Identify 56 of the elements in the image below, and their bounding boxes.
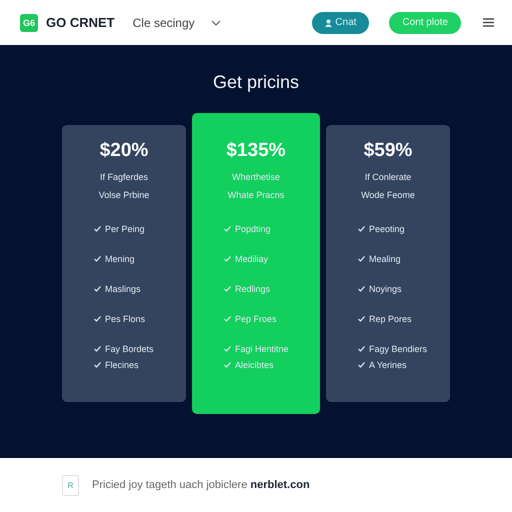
feature-item: Peeoting bbox=[369, 224, 405, 234]
check-icon bbox=[94, 226, 101, 232]
plan-note: Volse Prbine bbox=[98, 190, 150, 200]
check-icon bbox=[224, 256, 231, 262]
footer-badge: R bbox=[62, 474, 79, 496]
plan-price: $59% bbox=[364, 140, 412, 162]
logo-icon: G6 bbox=[20, 14, 38, 32]
plan-note: Whate Pracns bbox=[228, 190, 284, 200]
page-title: Get pricins bbox=[212, 72, 300, 93]
check-icon bbox=[358, 316, 365, 322]
feature-item: Noyings bbox=[369, 284, 402, 294]
nav-dropdown[interactable]: Cle secingy bbox=[132, 16, 221, 30]
feature-item: Per Peing bbox=[105, 224, 145, 234]
feature-item: A Yerines bbox=[369, 360, 407, 370]
check-icon bbox=[224, 286, 231, 292]
check-icon bbox=[224, 362, 231, 368]
plan-subtitle: If Fagferdes bbox=[100, 172, 148, 182]
feature-item: Rep Pores bbox=[369, 314, 412, 324]
feature-item: Mening bbox=[105, 254, 135, 264]
check-icon bbox=[224, 316, 231, 322]
check-icon bbox=[358, 286, 365, 292]
check-icon bbox=[358, 362, 365, 368]
feature-item: Flecines bbox=[105, 360, 139, 370]
feature-item: Pep Froes bbox=[235, 314, 277, 324]
feature-item: Redlings bbox=[235, 284, 270, 294]
check-icon bbox=[94, 316, 101, 322]
check-icon bbox=[224, 346, 231, 352]
feature-item: Aleicibtes bbox=[235, 360, 274, 370]
feature-item: Mediliay bbox=[235, 254, 268, 264]
feature-item: Popdting bbox=[235, 224, 271, 234]
feature-item: Maslings bbox=[105, 284, 141, 294]
feature-item: Mealing bbox=[369, 254, 401, 264]
primary-button[interactable]: Cont plote bbox=[389, 12, 461, 34]
check-icon bbox=[358, 226, 365, 232]
check-icon bbox=[358, 256, 365, 262]
chevron-down-icon bbox=[210, 20, 221, 26]
person-icon bbox=[325, 18, 332, 26]
feature-item: Fay Bordets bbox=[105, 344, 154, 354]
feature-item: Pes Flons bbox=[105, 314, 146, 324]
feature-item: Fagy Bendiers bbox=[369, 344, 428, 354]
plan-subtitle: If Conlerate bbox=[364, 172, 412, 182]
check-icon bbox=[94, 256, 101, 262]
plan-subtitle: Wherthetise bbox=[232, 172, 280, 182]
plan-note: Wode Feome bbox=[361, 190, 415, 200]
footer-text: Pricied joy tageth uach jobiclere nerblet.con bbox=[92, 479, 310, 491]
check-icon bbox=[94, 362, 101, 368]
check-icon bbox=[94, 286, 101, 292]
check-icon bbox=[94, 346, 101, 352]
check-icon bbox=[224, 226, 231, 232]
brand-name: GO CRNET bbox=[46, 15, 115, 30]
plan-price: $135% bbox=[226, 140, 286, 162]
plan-price: $20% bbox=[100, 140, 148, 162]
feature-item: Fagi Hentitne bbox=[235, 344, 289, 354]
chat-button[interactable]: Cnat bbox=[312, 12, 370, 34]
menu-icon[interactable] bbox=[483, 18, 494, 27]
check-icon bbox=[358, 346, 365, 352]
